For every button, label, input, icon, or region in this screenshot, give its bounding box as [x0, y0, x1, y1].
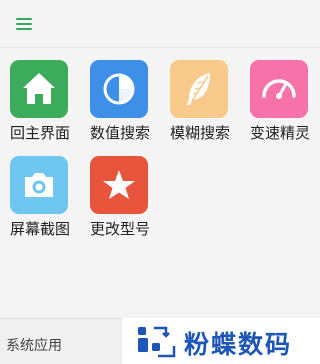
- watermark: 粉蝶数码: [122, 318, 320, 364]
- star-icon: [90, 156, 148, 214]
- app-label: 更改型号: [89, 220, 150, 238]
- app-label: 屏幕截图: [9, 220, 70, 238]
- top-bar: [0, 0, 320, 48]
- system-apps-label[interactable]: 系统应用: [6, 335, 62, 355]
- app-label: 数值搜索: [89, 124, 150, 142]
- app-label: 模糊搜索: [169, 124, 230, 142]
- watermark-text: 粉蝶数码: [184, 330, 293, 359]
- camera-icon: [10, 156, 68, 214]
- app-tile-value-search[interactable]: 数值搜索: [80, 60, 160, 150]
- app-label: 变速精灵: [249, 124, 310, 142]
- app-label: 回主界面: [9, 124, 70, 142]
- app-tile-screenshot[interactable]: 屏幕截图: [0, 156, 80, 246]
- feather-icon: [170, 60, 228, 118]
- speedometer-icon: [250, 60, 308, 118]
- app-tile-fuzzy-search[interactable]: 模糊搜索: [160, 60, 240, 150]
- app-tile-speed-sprite[interactable]: 变速精灵: [240, 60, 320, 150]
- home-icon: [10, 60, 68, 118]
- app-tile-home[interactable]: 回主界面: [0, 60, 80, 150]
- app-tile-change-model[interactable]: 更改型号: [80, 156, 160, 246]
- hamburger-menu-icon[interactable]: [14, 14, 34, 34]
- app-window: 回主界面 数值搜索 模糊搜索 变速精灵 屏幕截图 更改型号 系统应用 粉蝶数码: [0, 0, 320, 364]
- watermark-logo-icon: [136, 324, 176, 360]
- pie-chart-icon: [90, 60, 148, 118]
